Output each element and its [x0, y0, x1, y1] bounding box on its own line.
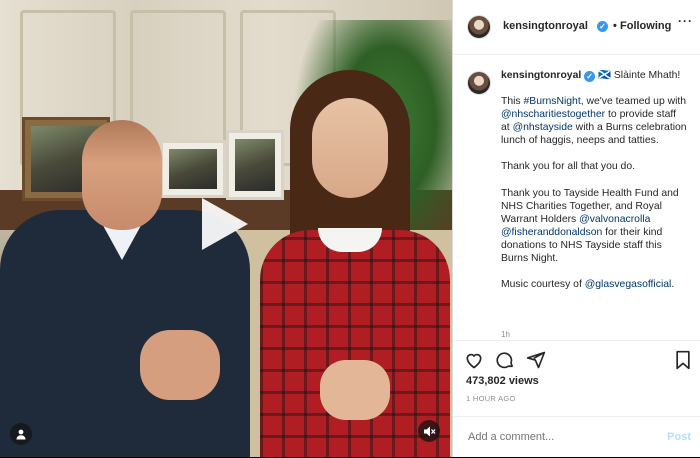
more-options-icon[interactable]: ··· [678, 14, 693, 28]
post-comment-button[interactable]: Post [667, 431, 691, 443]
mention-link[interactable]: @nhstayside [513, 122, 573, 133]
caption-text-fragment: . [671, 279, 675, 291]
heart-icon[interactable] [463, 349, 485, 371]
hashtag-link[interactable]: #BurnsNight [524, 96, 581, 107]
avatar[interactable] [467, 15, 491, 39]
caption-text: kensingtonroyal ✓ 🏴󠁧󠁢󠁳󠁣󠁴󠁿 Slàinte Mhath!… [501, 69, 687, 304]
view-count[interactable]: 473,802 views [466, 375, 539, 387]
share-icon[interactable] [525, 349, 547, 371]
post-header: kensingtonroyal ✓ • Following ··· [453, 0, 700, 55]
comment-box: Post [453, 416, 700, 458]
caption-text-fragment: This [501, 96, 524, 108]
following-button[interactable]: Following [620, 20, 671, 32]
verified-badge-icon: ✓ [597, 21, 608, 32]
post-time: 1 HOUR AGO [466, 394, 516, 403]
person-right [250, 70, 450, 457]
separator-dot: • [613, 20, 617, 32]
comment-icon[interactable] [494, 349, 516, 371]
instagram-post-modal: kensingtonroyal ✓ • Following ··· kensin… [0, 0, 700, 457]
user-tag-icon[interactable] [10, 423, 32, 445]
mention-link[interactable]: @valvonacrolla [579, 214, 650, 225]
mention-link[interactable]: @glasvegasofficial [585, 279, 672, 290]
caption-timestamp: 1h [501, 330, 510, 339]
play-icon[interactable] [202, 198, 248, 250]
post-video[interactable] [0, 0, 452, 457]
speaker-muted-icon[interactable] [418, 420, 440, 442]
mention-link[interactable]: @nhscharitiestogether [501, 109, 605, 120]
comment-input[interactable] [466, 430, 640, 444]
caption-text-fragment: , we've teamed up with [580, 96, 687, 108]
person-left [0, 120, 250, 457]
caption-username[interactable]: kensingtonroyal [501, 70, 581, 81]
caption-text-fragment: Music courtesy of [501, 279, 585, 291]
mention-link[interactable]: @fisheranddonaldson [501, 227, 602, 238]
post-sidebar: kensingtonroyal ✓ • Following ··· kensin… [452, 0, 700, 457]
caption-paragraph: Thank you for all that you do. [501, 161, 636, 173]
header-username[interactable]: kensingtonroyal [503, 20, 588, 32]
caption-area: kensingtonroyal ✓ 🏴󠁧󠁢󠁳󠁣󠁴󠁿 Slàinte Mhath!… [453, 56, 700, 341]
avatar[interactable] [467, 71, 491, 95]
verified-badge-icon: ✓ [584, 71, 596, 82]
caption-heading: 🏴󠁧󠁢󠁳󠁣󠁴󠁿 Slàinte Mhath! [598, 70, 681, 81]
action-bar: 473,802 views 1 HOUR AGO Post [453, 340, 700, 457]
bookmark-icon[interactable] [672, 349, 694, 371]
